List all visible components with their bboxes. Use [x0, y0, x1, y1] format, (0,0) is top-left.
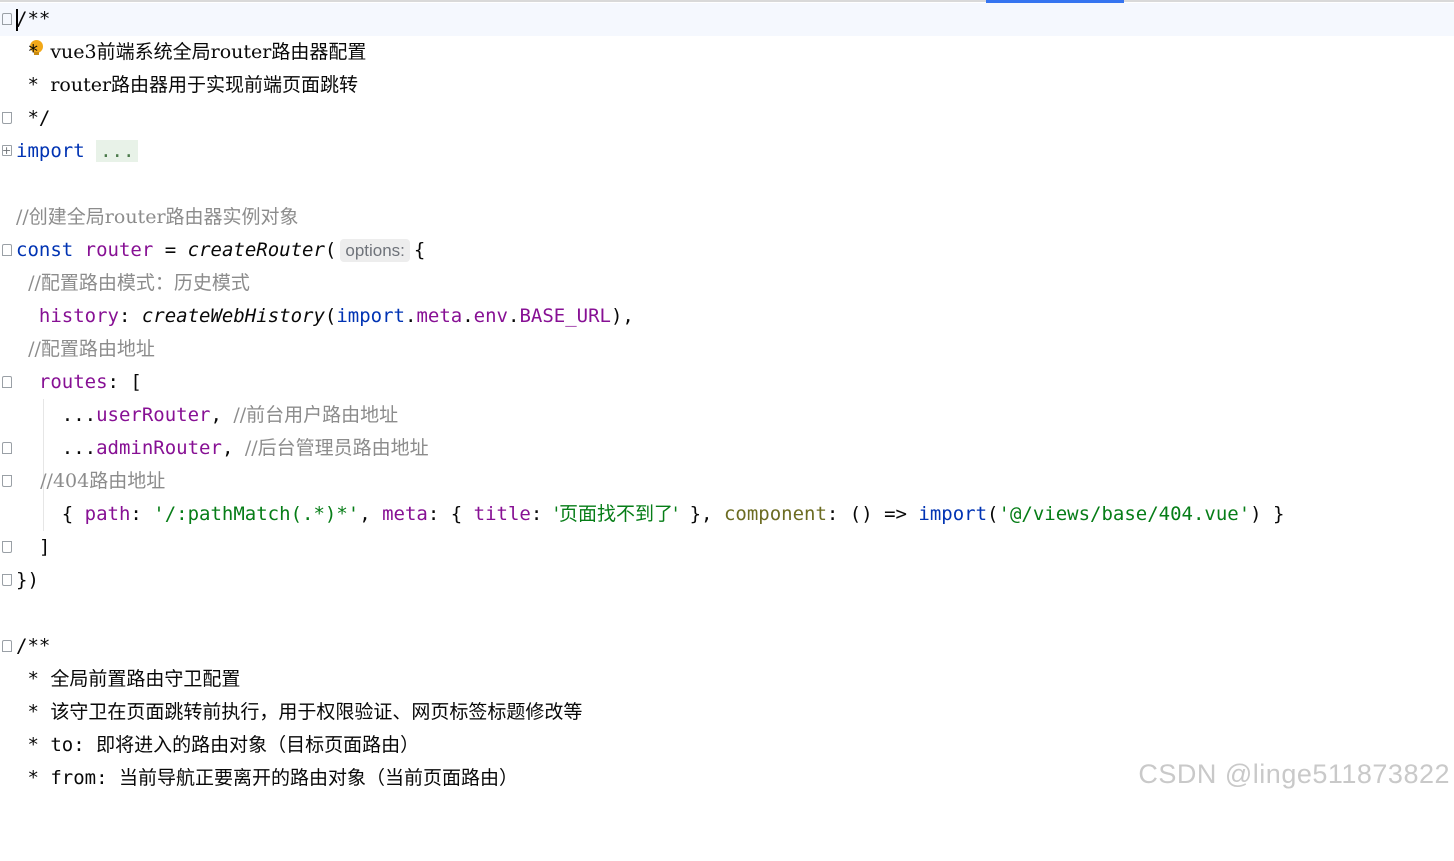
code-editor[interactable]: /** * vue3前端系统全局router路由器配置 * router路由器用… — [0, 3, 1454, 798]
fold-start-icon[interactable] — [2, 442, 12, 454]
paren: ( — [324, 239, 337, 261]
code-line-18[interactable]: }) — [0, 564, 1454, 597]
property-key: meta — [382, 503, 428, 525]
code-line-21[interactable]: * 全局前置路由守卫配置 — [0, 663, 1454, 696]
code-line-10[interactable]: history: createWebHistory(import.meta.en… — [0, 300, 1454, 333]
code-line-16[interactable]: { path: '/:pathMatch(.*)*', meta: { titl… — [0, 498, 1454, 531]
code-line-9[interactable]: //配置路由模式：历史模式 — [0, 267, 1454, 300]
keyword: import — [336, 305, 405, 327]
fold-marker[interactable] — [0, 134, 16, 168]
property-key: component — [723, 503, 827, 525]
code-text: }) — [16, 569, 39, 591]
code-line-1[interactable]: /** — [0, 3, 1454, 36]
fold-marker[interactable] — [0, 432, 16, 465]
doc-param-label: from: — [50, 767, 108, 789]
fold-marker[interactable] — [0, 465, 16, 498]
line-comment: //配置路由地址 — [16, 338, 155, 360]
code-line-15[interactable]: //404路由地址 — [0, 465, 1454, 498]
line-comment: //后台管理员路由地址 — [244, 437, 429, 459]
string-literal: '@/views/base/404.vue' — [998, 503, 1251, 525]
fold-start-icon[interactable] — [2, 640, 12, 652]
comment-text: */ — [16, 107, 51, 129]
property-key: path — [84, 503, 131, 525]
fold-end-icon[interactable] — [2, 475, 12, 487]
fold-marker[interactable] — [0, 366, 16, 399]
folded-imports[interactable]: ... — [96, 140, 139, 162]
comment-text: 全局前置路由守卫配置 — [50, 668, 241, 690]
fold-start-icon[interactable] — [2, 376, 12, 388]
fold-marker[interactable] — [0, 531, 16, 564]
function-call: createWebHistory — [141, 305, 325, 327]
property: env — [473, 305, 508, 327]
code-line-13[interactable]: ...userRouter, //前台用户路由地址 — [0, 399, 1454, 432]
code-line-12[interactable]: routes: [ — [0, 366, 1454, 399]
spread-operator: ... — [61, 437, 97, 459]
comment-text: 该守卫在页面跳转前执行，用于权限验证、网页标签标题修改等 — [50, 701, 583, 723]
punctuation: : [ — [107, 371, 142, 393]
code-text: ] — [16, 536, 51, 558]
function-call: createRouter — [187, 239, 325, 261]
watermark: CSDN @linge511873822 — [1138, 759, 1450, 789]
fold-start-icon[interactable] — [2, 244, 12, 256]
code-line-22[interactable]: * 该守卫在页面跳转前执行，用于权限验证、网页标签标题修改等 — [0, 696, 1454, 729]
comment-star: * — [16, 74, 51, 96]
code-line-7[interactable]: //创建全局router路由器实例对象 — [0, 201, 1454, 234]
code-line-11[interactable]: //配置路由地址 — [0, 333, 1454, 366]
keyword: const — [16, 239, 74, 261]
code-line-5[interactable]: import ... — [0, 134, 1454, 168]
line-comment: //前台用户路由地址 — [233, 404, 399, 426]
parameter-hint: options: — [340, 239, 410, 262]
comment-text: 即将进入的路由对象（目标页面路由） — [96, 734, 420, 756]
property: meta — [416, 305, 463, 327]
comment-text: vue3前端系统全局router路由器配置 — [50, 41, 367, 63]
comment-text: 当前导航正要离开的路由对象（当前页面路由） — [118, 767, 518, 789]
comment-star: * — [16, 41, 51, 63]
code-line-2[interactable]: * vue3前端系统全局router路由器配置 — [0, 36, 1454, 69]
line-comment: //配置路由模式：历史模式 — [16, 272, 250, 294]
variable-name: router — [84, 239, 154, 261]
code-line-4[interactable]: */ — [0, 102, 1454, 135]
code-line-8[interactable]: const router = createRouter(options:{ — [0, 234, 1454, 267]
brace: { — [413, 239, 426, 261]
doc-param-label: to: — [50, 734, 85, 756]
line-comment: //404路由地址 — [16, 470, 166, 492]
code-line-17[interactable]: ] — [0, 531, 1454, 564]
property-key: routes — [38, 371, 108, 393]
fold-end-icon[interactable] — [2, 574, 12, 586]
code-line-3[interactable]: * router路由器用于实现前端页面跳转 — [0, 69, 1454, 102]
comment-star: * — [16, 734, 51, 756]
fold-marker[interactable] — [0, 102, 16, 135]
string-literal: '/:pathMatch(.*)*' — [153, 503, 360, 525]
comment-text: /** — [16, 8, 51, 30]
comment-star: * — [16, 668, 51, 690]
fold-marker[interactable] — [0, 234, 16, 267]
comment-star: * — [16, 767, 51, 789]
fold-end-icon[interactable] — [2, 541, 12, 553]
fold-start-icon[interactable] — [2, 13, 12, 25]
code-line-23[interactable]: * to: 即将进入的路由对象（目标页面路由） — [0, 729, 1454, 762]
comment-text: router路由器用于实现前端页面跳转 — [50, 74, 359, 96]
comment-star: * — [16, 701, 51, 723]
fold-marker[interactable] — [0, 3, 16, 36]
property-key: history — [38, 305, 119, 327]
top-border — [0, 0, 1454, 2]
comment-text: /** — [16, 635, 51, 657]
fold-marker[interactable] — [0, 564, 16, 597]
code-line-14[interactable]: ...adminRouter, //后台管理员路由地址 — [0, 432, 1454, 465]
property: BASE_URL — [519, 305, 611, 327]
fold-marker[interactable] — [0, 630, 16, 663]
property-key: title — [473, 503, 531, 525]
variable-name: adminRouter — [96, 437, 222, 459]
keyword: import — [16, 140, 85, 162]
line-comment: //创建全局router路由器实例对象 — [16, 206, 299, 228]
fold-expand-icon[interactable] — [2, 134, 12, 167]
spread-operator: ... — [61, 404, 97, 426]
string-literal: '页面找不到了' — [553, 503, 679, 525]
variable-name: userRouter — [96, 404, 211, 426]
keyword: import — [918, 503, 988, 525]
code-line-20[interactable]: /** — [0, 630, 1454, 663]
fold-end-icon[interactable] — [2, 112, 12, 124]
operator: = — [153, 239, 188, 261]
